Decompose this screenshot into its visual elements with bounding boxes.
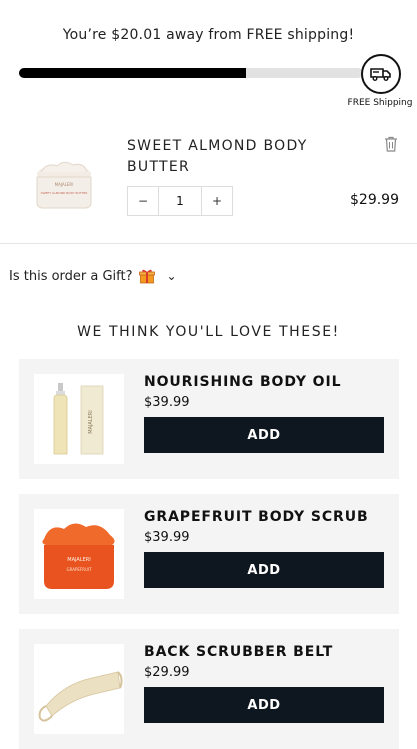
svg-text:GRAPEFRUIT: GRAPEFRUIT bbox=[66, 567, 92, 572]
svg-text:MAJALERI: MAJALERI bbox=[67, 557, 90, 563]
body-oil-image: MAJALERI bbox=[34, 374, 124, 464]
add-body-scrub-button[interactable]: ADD bbox=[144, 552, 384, 588]
product-name: BACK SCRUBBER BELT bbox=[144, 644, 334, 660]
free-shipping-message: You’re $20.01 away from FREE shipping! bbox=[0, 27, 417, 43]
svg-text:MAJALERI: MAJALERI bbox=[88, 410, 94, 433]
cart-item-price: $29.99 bbox=[350, 192, 399, 208]
add-body-oil-button[interactable]: ADD bbox=[144, 417, 384, 453]
recommendation-card: BACK SCRUBBER BELT $29.99 ADD bbox=[19, 629, 399, 749]
trash-icon[interactable] bbox=[384, 136, 398, 152]
product-price: $39.99 bbox=[144, 530, 190, 545]
body-butter-image: MAJALERI SWEET ALMOND BODY BUTTER bbox=[29, 144, 99, 214]
gift-order-toggle[interactable]: Is this order a Gift? ⌄ bbox=[9, 268, 177, 284]
jar-brand-text: MAJALERI bbox=[55, 182, 74, 187]
recommendation-card: MAJALERI GRAPEFRUIT GRAPEFRUIT BODY SCRU… bbox=[19, 494, 399, 614]
recommendations-heading: WE THINK YOU'LL LOVE THESE! bbox=[77, 324, 340, 340]
delivery-truck-icon bbox=[361, 54, 401, 94]
recommendation-card: MAJALERI NOURISHING BODY OIL $39.99 ADD bbox=[19, 359, 399, 479]
body-scrub-image: MAJALERI GRAPEFRUIT bbox=[34, 509, 124, 599]
chevron-down-icon: ⌄ bbox=[166, 269, 177, 283]
gift-icon bbox=[138, 268, 155, 284]
cart-item-name: SWEET ALMOND BODY BUTTER bbox=[127, 138, 308, 175]
shipping-prefix: You’re bbox=[62, 27, 112, 43]
shipping-progress-fill bbox=[19, 68, 247, 78]
quantity-value[interactable]: 1 bbox=[158, 187, 202, 215]
cart-line-item: MAJALERI SWEET ALMOND BODY BUTTER SWEET … bbox=[0, 126, 417, 241]
jar-product-text: SWEET ALMOND BODY BUTTER bbox=[41, 191, 88, 195]
add-scrubber-belt-button[interactable]: ADD bbox=[144, 687, 384, 723]
quantity-stepper: − 1 + bbox=[127, 186, 233, 216]
shipping-progress-bar bbox=[19, 68, 363, 78]
product-name: GRAPEFRUIT BODY SCRUB bbox=[144, 509, 369, 525]
decrease-quantity-button[interactable]: − bbox=[128, 187, 158, 215]
gift-label: Is this order a Gift? bbox=[9, 268, 133, 284]
scrubber-belt-image bbox=[34, 644, 124, 734]
product-price: $29.99 bbox=[144, 665, 190, 680]
product-price: $39.99 bbox=[144, 395, 190, 410]
shipping-amount: $20.01 bbox=[111, 27, 162, 43]
shipping-suffix: away from FREE shipping! bbox=[161, 27, 355, 43]
product-name: NOURISHING BODY OIL bbox=[144, 374, 342, 390]
increase-quantity-button[interactable]: + bbox=[202, 187, 232, 215]
free-shipping-label: FREE Shipping bbox=[347, 98, 413, 108]
section-divider bbox=[0, 243, 417, 244]
